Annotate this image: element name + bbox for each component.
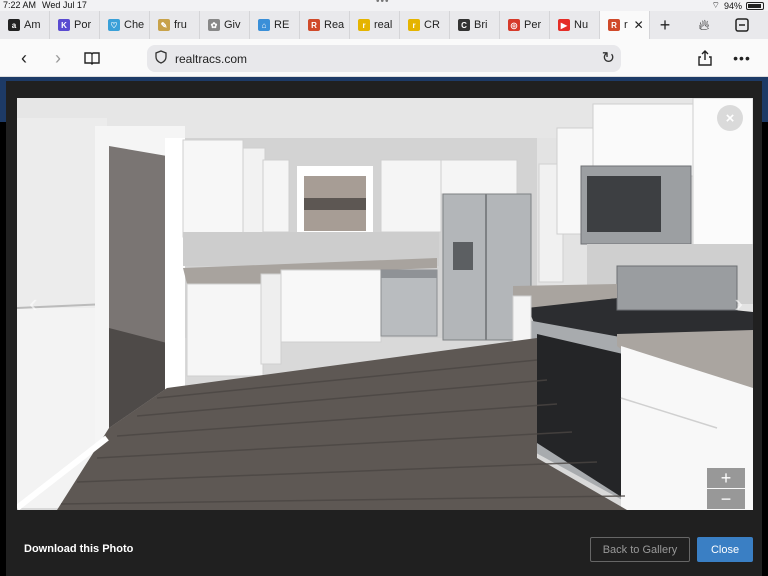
- back-to-gallery-button[interactable]: Back to Gallery: [590, 537, 690, 562]
- browser-tab[interactable]: K Por: [50, 11, 100, 39]
- realtor-icon: r: [408, 19, 420, 31]
- wifi-icon: ⌔: [711, 0, 720, 10]
- tab-label: CR: [424, 19, 440, 31]
- tab-overview-icon[interactable]: [728, 11, 756, 39]
- tab-label: fru: [174, 19, 187, 31]
- download-photo-link[interactable]: Download this Photo: [24, 543, 133, 555]
- realtracs-icon: R: [308, 19, 320, 31]
- browser-tab[interactable]: r CR: [400, 11, 450, 39]
- status-date: Wed Jul 17: [42, 0, 87, 10]
- shield-icon: [155, 50, 167, 67]
- tab-label: Por: [74, 19, 92, 31]
- youtube-icon: ▶: [558, 19, 570, 31]
- pin-icon: ✎: [158, 19, 170, 31]
- browser-tab[interactable]: ▶ Nu: [550, 11, 600, 39]
- next-photo-icon[interactable]: ›: [734, 288, 743, 319]
- zoom-in-button[interactable]: +: [707, 468, 745, 488]
- address-bar[interactable]: realtracs.com ↻: [147, 45, 621, 72]
- battery-percent: 94%: [723, 0, 742, 11]
- tab-label: Am: [24, 19, 41, 31]
- more-options-icon[interactable]: •••: [731, 47, 753, 69]
- status-time: 7:22 AM: [3, 0, 37, 10]
- browser-tab[interactable]: ♡ Che: [100, 11, 150, 39]
- previous-photo-icon[interactable]: ‹: [29, 288, 38, 319]
- navigation-bar: ‹ › realtracs.com ↻ •••: [0, 39, 768, 77]
- zoom-out-button[interactable]: −: [707, 489, 745, 509]
- tab-label: r: [624, 19, 628, 31]
- tab-label: Nu: [574, 19, 589, 31]
- k-logo-icon: K: [58, 19, 70, 31]
- tab-label: RE: [274, 19, 290, 31]
- reload-icon[interactable]: ↻: [602, 48, 615, 68]
- close-photo-icon[interactable]: ×: [717, 105, 743, 131]
- browser-tab[interactable]: R Rea: [300, 11, 350, 39]
- heart-icon: ♡: [108, 19, 120, 31]
- flower-icon: ✿: [208, 19, 220, 31]
- tab-label: Bri: [474, 19, 488, 31]
- browser-tab[interactable]: ⌂ RE: [250, 11, 300, 39]
- photo-modal: × ‹ › + − Download this Photo Back to Ga…: [6, 81, 762, 576]
- forward-arrow-icon[interactable]: ›: [47, 47, 69, 69]
- fire-icon[interactable]: 🔥︎: [690, 11, 718, 39]
- home-icon: ⌂: [258, 19, 270, 31]
- browser-tab[interactable]: ◎ Per: [500, 11, 550, 39]
- browser-tab[interactable]: ✿ Giv: [200, 11, 250, 39]
- status-indicators: ⌔ 94%: [712, 0, 764, 11]
- battery-icon: [746, 1, 764, 10]
- status-bar: 7:22 AM Wed Jul 17 ••• ⌔ 94%: [0, 0, 768, 11]
- amazon-icon: a: [8, 19, 20, 31]
- url-text: realtracs.com: [175, 51, 248, 66]
- browser-tab[interactable]: r real: [350, 11, 400, 39]
- back-arrow-icon[interactable]: ‹: [13, 47, 35, 69]
- tab-label: Per: [524, 19, 542, 31]
- share-icon[interactable]: [694, 47, 716, 69]
- browser-tab[interactable]: C Bri: [450, 11, 500, 39]
- browser-tab[interactable]: ✎ fru: [150, 11, 200, 39]
- book-icon[interactable]: [81, 47, 103, 69]
- lifebuoy-icon: ◎: [508, 19, 520, 31]
- kitchen-photo: × ‹ › + −: [17, 98, 753, 510]
- close-button[interactable]: Close: [697, 537, 753, 562]
- realtor-icon: r: [358, 19, 370, 31]
- new-tab-plus-icon[interactable]: +: [651, 11, 679, 39]
- browser-tab[interactable]: a Am: [0, 11, 50, 39]
- c-logo-icon: C: [458, 19, 470, 31]
- tab-label: Giv: [224, 19, 241, 31]
- tab-label: Rea: [324, 19, 345, 31]
- realtracs-icon: R: [608, 19, 620, 31]
- tab-label: real: [374, 19, 393, 31]
- tab-label: Che: [124, 19, 145, 31]
- multitasking-dots-icon[interactable]: •••: [376, 0, 390, 7]
- browser-tab[interactable]: Rr ✕: [600, 11, 650, 39]
- close-tab-icon[interactable]: ✕: [634, 18, 644, 32]
